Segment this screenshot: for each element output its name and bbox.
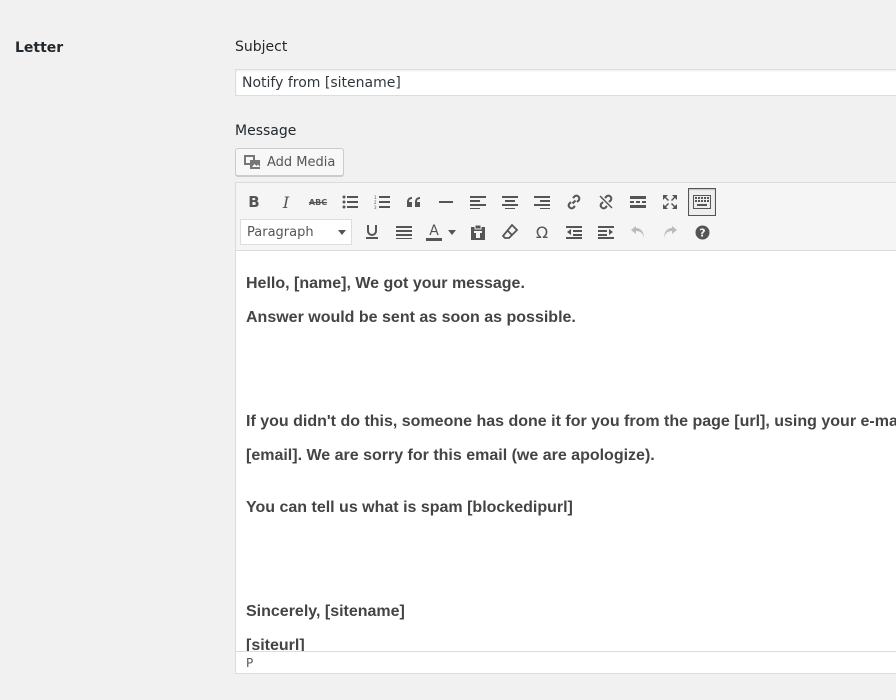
text-color-icon: A: [426, 224, 442, 241]
numbered-list-button[interactable]: 123: [368, 188, 396, 216]
svg-text:?: ?: [699, 226, 705, 239]
italic-button[interactable]: I: [272, 188, 300, 216]
eraser-icon: [502, 224, 518, 240]
toolbar-toggle-button[interactable]: [688, 188, 716, 216]
content-line: Answer would be sent as soon as possible…: [246, 309, 576, 326]
unlink-icon: [597, 193, 615, 211]
omega-icon: Ω: [535, 222, 549, 242]
content-line: If you didn't do this, someone has done …: [246, 413, 896, 430]
remove-link-button[interactable]: [592, 188, 620, 216]
align-center-icon: [502, 195, 518, 209]
clear-formatting-button[interactable]: [496, 218, 524, 246]
bold-button[interactable]: B: [240, 188, 268, 216]
justify-icon: [396, 225, 412, 239]
help-icon: ?: [695, 225, 710, 240]
fullscreen-button[interactable]: [656, 188, 684, 216]
read-more-icon: [630, 196, 646, 208]
help-button[interactable]: ?: [688, 218, 716, 246]
media-icon: [244, 154, 262, 170]
content-line: [siteurl]: [246, 637, 305, 651]
link-icon: [565, 193, 583, 211]
editor-statusbar: P: [236, 651, 896, 673]
content-line: Hello, [name], We got your message.: [246, 275, 525, 292]
svg-text:3: 3: [374, 205, 377, 209]
redo-icon: [662, 224, 678, 240]
align-right-icon: [534, 195, 550, 209]
content-line: [email]. We are sorry for this email (we…: [246, 447, 655, 464]
numbered-list-icon: 123: [374, 195, 390, 209]
align-center-button[interactable]: [496, 188, 524, 216]
content-line: Sincerely, [sitename]: [246, 603, 405, 620]
format-select[interactable]: Paragraph: [240, 219, 352, 245]
subject-label: Subject: [235, 39, 288, 55]
bold-icon: B: [248, 193, 260, 211]
chevron-down-icon: [338, 229, 346, 235]
horizontal-rule-icon: [439, 200, 453, 204]
underline-button[interactable]: [358, 218, 386, 246]
read-more-button[interactable]: [624, 188, 652, 216]
special-character-button[interactable]: Ω: [528, 218, 556, 246]
subject-input[interactable]: [235, 69, 896, 96]
outdent-icon: [566, 225, 582, 239]
strikethrough-button[interactable]: ABC: [304, 188, 332, 216]
element-path[interactable]: P: [246, 656, 253, 670]
toolbar-row-2: Paragraph A Ω ?: [240, 218, 720, 246]
editor-toolbar: B I ABC 123 Paragraph A Ω ?: [236, 183, 896, 251]
align-left-icon: [470, 195, 486, 209]
keyboard-icon: [693, 195, 711, 209]
insert-link-button[interactable]: [560, 188, 588, 216]
quote-icon: [406, 196, 422, 208]
message-label: Message: [235, 123, 297, 139]
paste-text-button[interactable]: [464, 218, 492, 246]
indent-button[interactable]: [592, 218, 620, 246]
format-select-value: Paragraph: [247, 224, 314, 240]
underline-icon: [366, 225, 378, 239]
undo-icon: [630, 224, 646, 240]
editor-content[interactable]: Hello, [name], We got your message. Answ…: [236, 251, 896, 651]
blockquote-button[interactable]: [400, 188, 428, 216]
undo-button[interactable]: [624, 218, 652, 246]
add-media-button[interactable]: Add Media: [235, 148, 345, 176]
toolbar-row-1: B I ABC 123: [240, 188, 720, 216]
indent-icon: [598, 225, 614, 239]
italic-icon: I: [282, 192, 290, 212]
align-right-button[interactable]: [528, 188, 556, 216]
align-left-button[interactable]: [464, 188, 492, 216]
content-line: You can tell us what is spam [blockedipu…: [246, 499, 573, 516]
horizontal-rule-button[interactable]: [432, 188, 460, 216]
outdent-button[interactable]: [560, 218, 588, 246]
justify-button[interactable]: [390, 218, 418, 246]
clipboard-icon: [470, 224, 486, 240]
bullet-list-icon: [342, 195, 358, 209]
text-color-button[interactable]: A: [422, 218, 460, 246]
section-label: Letter: [15, 40, 64, 56]
add-media-label: Add Media: [267, 154, 336, 170]
message-editor: B I ABC 123 Paragraph A Ω ? Hello, [name…: [235, 182, 896, 674]
chevron-down-icon: [448, 229, 456, 235]
strikethrough-icon: ABC: [308, 197, 328, 207]
redo-button[interactable]: [656, 218, 684, 246]
fullscreen-icon: [662, 194, 678, 210]
bullet-list-button[interactable]: [336, 188, 364, 216]
